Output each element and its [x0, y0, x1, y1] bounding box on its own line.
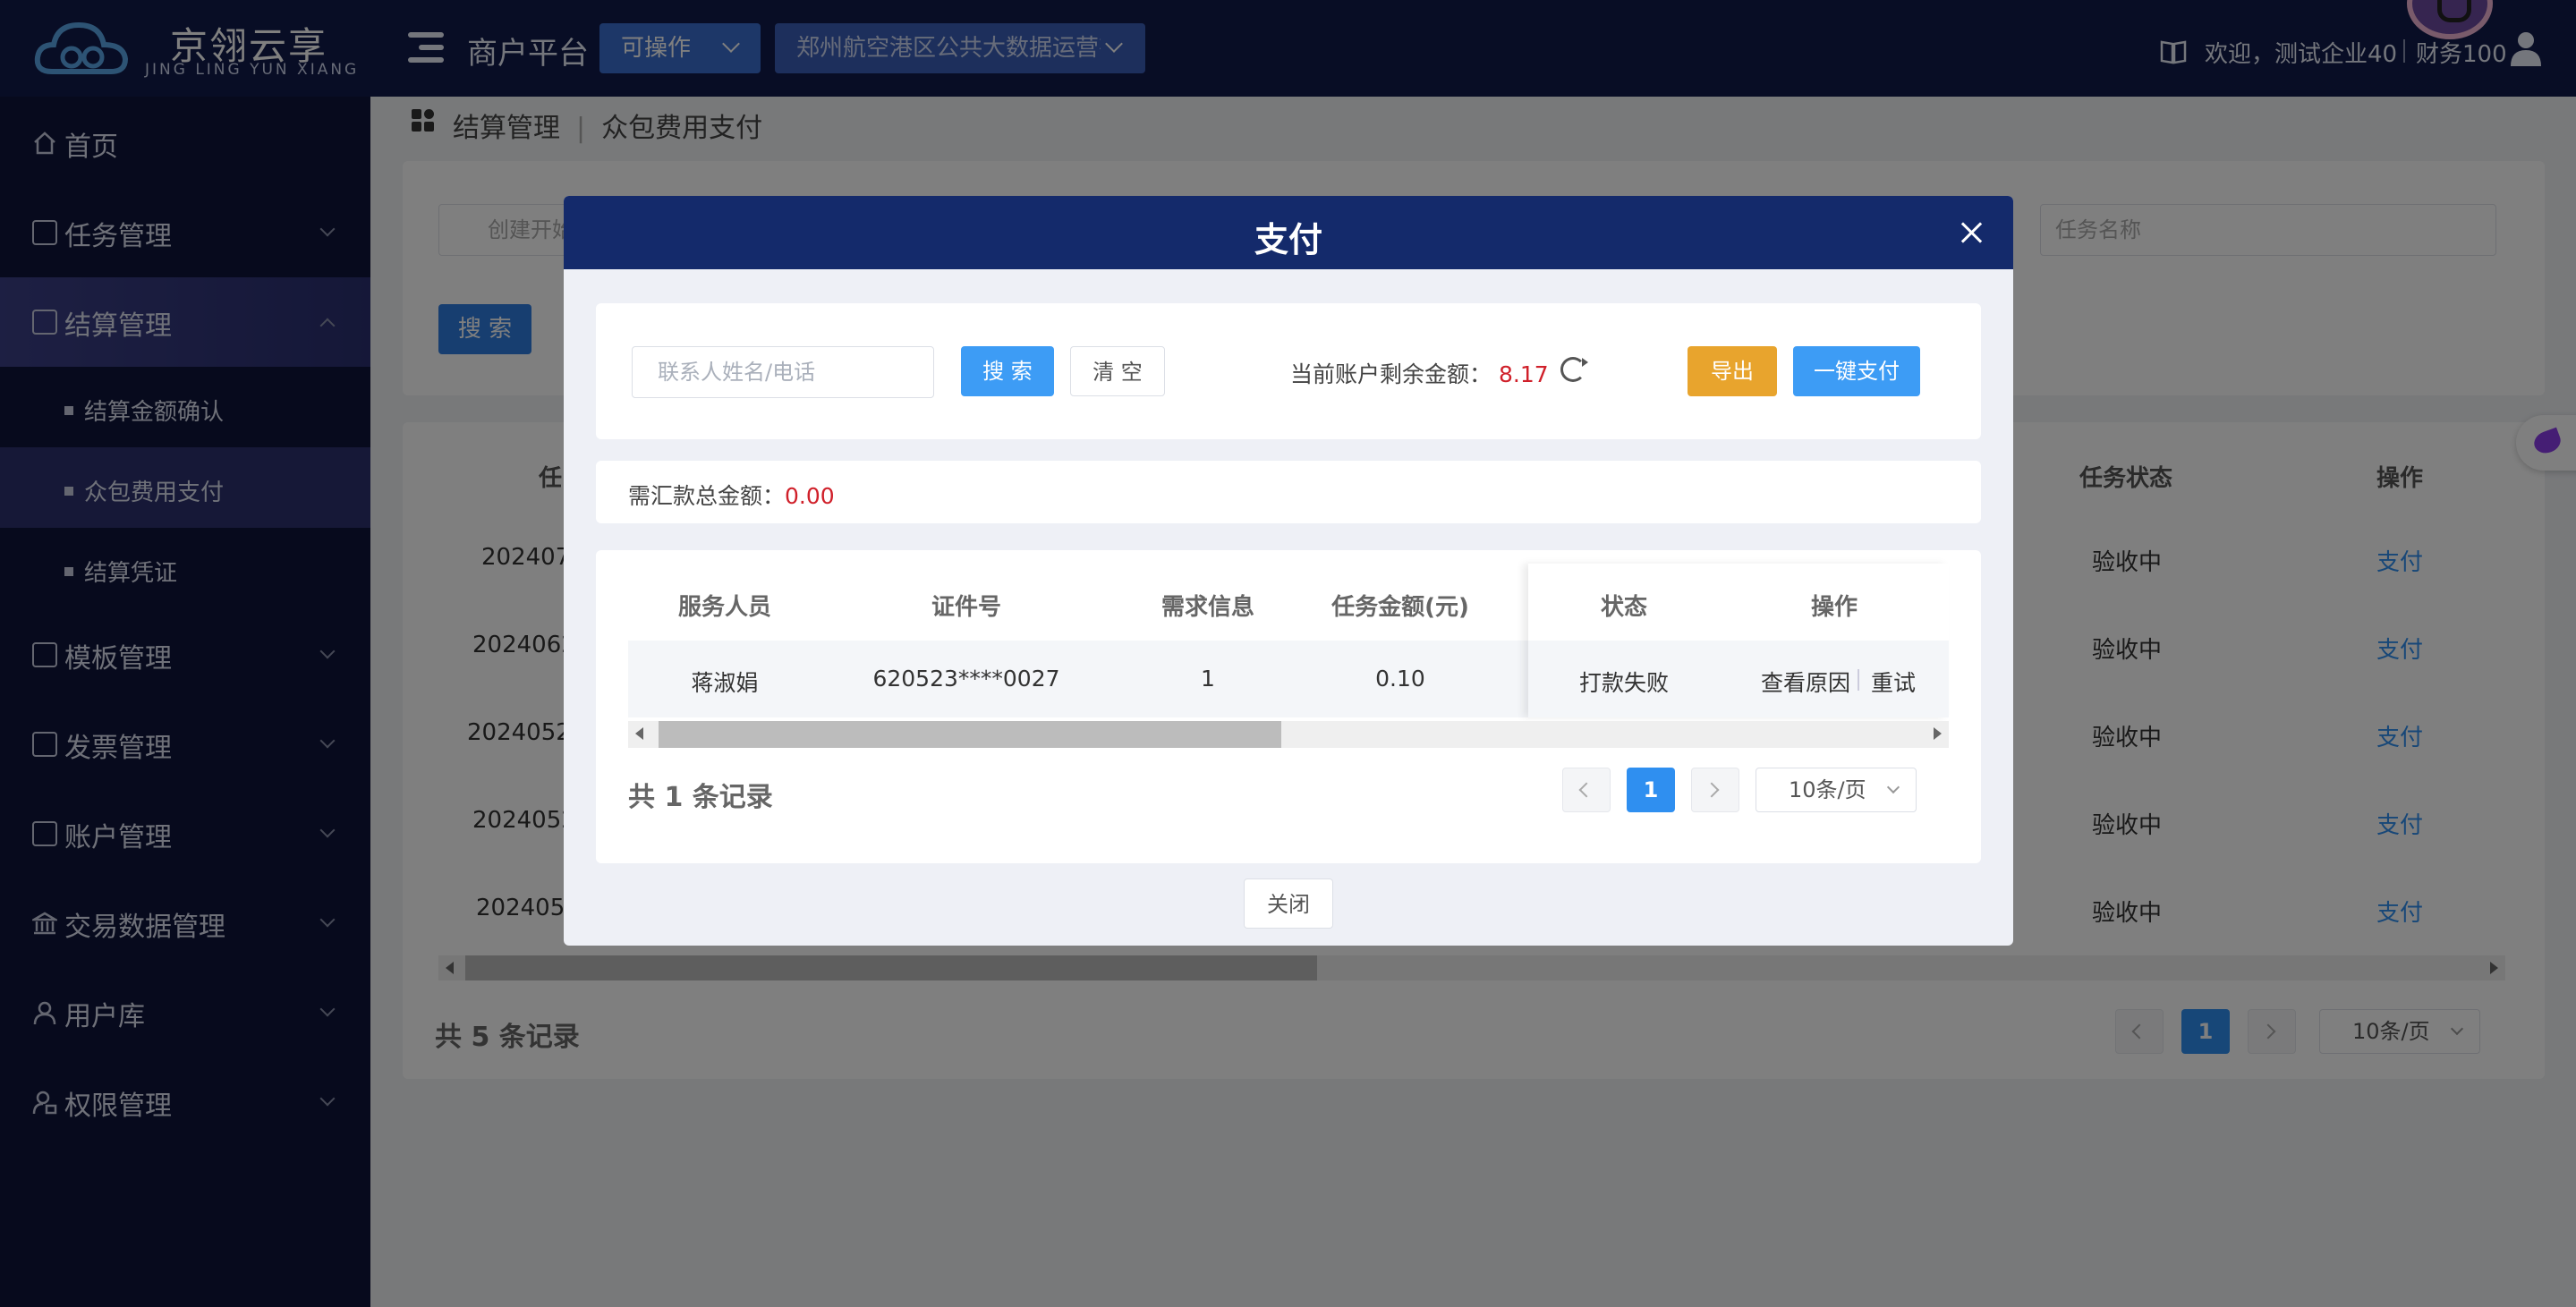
- column-header-demand: 需求信息: [1160, 594, 1254, 621]
- dialog-page-number-current[interactable]: 1: [1627, 768, 1675, 812]
- dialog-clear-button[interactable]: 清 空: [1070, 346, 1165, 396]
- dialog-next-page-button[interactable]: [1691, 768, 1739, 812]
- dialog-table-scrollbar[interactable]: [628, 721, 1949, 748]
- column-header-id-number: 证件号: [931, 594, 1001, 621]
- payment-status: 打款失败: [1578, 670, 1669, 696]
- dialog-title: 支付: [1254, 220, 1322, 259]
- dialog-prev-page-button[interactable]: [1562, 768, 1611, 812]
- total-due-row: 需汇款总金额：0.00: [628, 479, 835, 511]
- total-due-value: 0.00: [785, 483, 835, 509]
- dialog-total-records: 共 1 条记录: [628, 782, 773, 813]
- task-amount: 0.10: [1375, 666, 1425, 692]
- view-reason-link[interactable]: 查看原因: [1752, 666, 1859, 698]
- column-header-amount: 任务金额(元): [1331, 594, 1469, 621]
- dialog-page-size-select[interactable]: 10条/页: [1756, 768, 1917, 812]
- chevron-down-icon: [1886, 780, 1900, 794]
- column-header-worker: 服务人员: [677, 594, 771, 621]
- total-due-label: 需汇款总金额：: [628, 483, 786, 509]
- column-header-action: 操作: [1810, 594, 1858, 621]
- id-number: 620523****0027: [872, 666, 1060, 692]
- balance-value: 8.17: [1499, 361, 1549, 387]
- pay-all-button[interactable]: 一键支付: [1793, 346, 1920, 396]
- column-header-status: 状态: [1600, 594, 1647, 621]
- page-size-label: 10条/页: [1789, 777, 1866, 802]
- worker-name: 蒋淑娟: [691, 670, 759, 696]
- action-divider: [1858, 669, 1859, 691]
- balance-row: 当前账户剩余金额： 8.17: [1290, 357, 1549, 389]
- dialog-close-button[interactable]: 关闭: [1244, 878, 1333, 929]
- dialog-toolbar: 联系人姓名/电话 搜 索 清 空 当前账户剩余金额： 8.17 导出 一键支付: [596, 303, 1981, 439]
- dialog-search-button[interactable]: 搜 索: [961, 346, 1054, 396]
- contact-search-input[interactable]: 联系人姓名/电话: [632, 346, 934, 398]
- close-icon[interactable]: [1958, 219, 1985, 246]
- scroll-right-icon[interactable]: [1934, 727, 1942, 740]
- dialog-header: 支付: [564, 196, 2013, 269]
- balance-label: 当前账户剩余金额：: [1290, 361, 1492, 387]
- export-button[interactable]: 导出: [1688, 346, 1777, 396]
- scroll-left-icon[interactable]: [635, 727, 643, 740]
- total-due-bar: 需汇款总金额：0.00: [596, 461, 1981, 523]
- scrollbar-thumb[interactable]: [659, 721, 1281, 748]
- demand-info: 1: [1201, 666, 1215, 692]
- retry-link[interactable]: 重试: [1866, 666, 1920, 698]
- refresh-icon[interactable]: [1560, 357, 1588, 382]
